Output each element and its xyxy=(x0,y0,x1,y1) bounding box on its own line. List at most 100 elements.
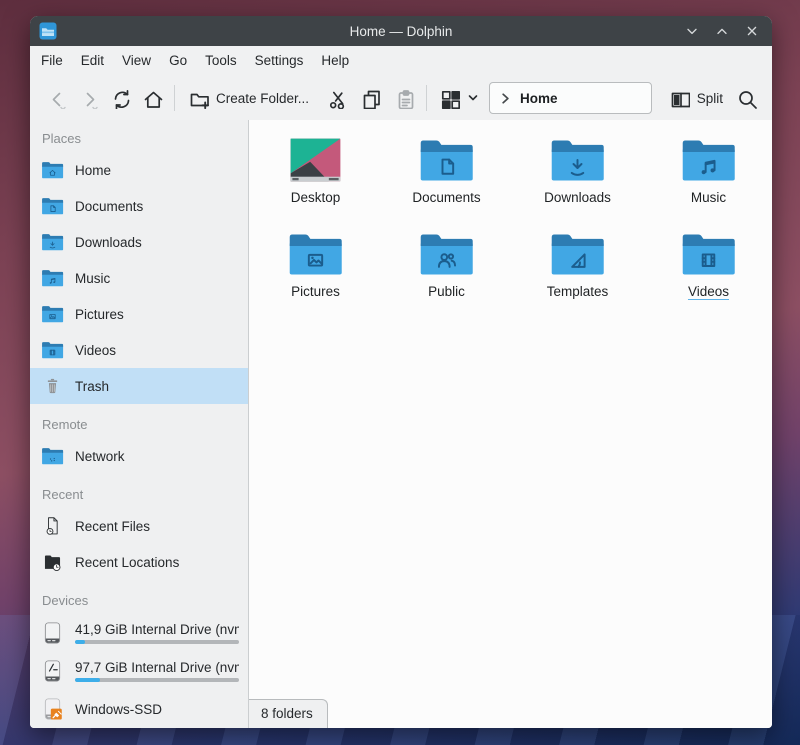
folder-item-downloads[interactable]: Downloads xyxy=(512,136,643,206)
places-panel: Places Home Documents xyxy=(30,120,249,728)
view-mode-button[interactable] xyxy=(433,82,465,114)
dolphin-window: Home — Dolphin File Edit View xyxy=(30,16,772,728)
folder-documents-icon xyxy=(418,136,475,184)
breadcrumb-home[interactable]: Home xyxy=(520,91,558,106)
toolbar: Create Folder... Home Split xyxy=(30,76,772,120)
item-count: 8 folders xyxy=(261,706,313,721)
recent-files-icon xyxy=(41,516,64,536)
copy-icon xyxy=(360,88,381,109)
disk-usage-bar xyxy=(75,640,239,644)
view-mode-icon xyxy=(439,88,460,109)
sidebar-item-trash[interactable]: Trash xyxy=(30,368,248,404)
folder-item-music[interactable]: Music xyxy=(643,136,772,206)
cut-button[interactable] xyxy=(320,82,352,114)
section-title: Recent xyxy=(30,482,248,508)
folder-item-videos[interactable]: Videos xyxy=(643,230,772,300)
split-button[interactable]: Split xyxy=(662,82,730,114)
folder-music-icon xyxy=(680,136,737,184)
devices-section: Devices 41,9 GiB Internal Drive (nvm… xyxy=(30,588,248,728)
disk-usage-bar xyxy=(75,678,239,682)
window-button[interactable] xyxy=(714,23,730,39)
menu-item-edit[interactable]: Edit xyxy=(72,46,113,76)
menu-item-go[interactable]: Go xyxy=(160,46,196,76)
folder-home-icon xyxy=(41,160,64,180)
folder-templates-icon xyxy=(549,230,606,278)
menu-item-view[interactable]: View xyxy=(113,46,160,76)
device-item-97-7-gib-internal-drive-nvm[interactable]: 97,7 GiB Internal Drive (nvm… xyxy=(30,652,248,690)
section-title: Remote xyxy=(30,412,248,438)
toolbar-separator xyxy=(426,85,427,111)
folder-downloads-icon xyxy=(41,232,64,252)
create-folder-label: Create Folder... xyxy=(216,91,309,106)
location-bar[interactable]: Home xyxy=(489,82,652,114)
sidebar-item-pictures[interactable]: Pictures xyxy=(30,296,248,332)
minimize-icon xyxy=(684,23,700,39)
refresh-button[interactable] xyxy=(104,82,136,114)
copy-button[interactable] xyxy=(354,82,386,114)
view-mode-dropdown-button[interactable] xyxy=(465,90,481,106)
folder-item-templates[interactable]: Templates xyxy=(512,230,643,300)
menu-item-help[interactable]: Help xyxy=(312,46,358,76)
back-icon xyxy=(46,88,67,109)
folder-view[interactable]: Desktop Documents Downloads Musi xyxy=(249,120,772,728)
trash-icon xyxy=(41,376,64,396)
forward-button[interactable] xyxy=(72,82,104,114)
folder-item-pictures[interactable]: Pictures xyxy=(250,230,381,300)
section-title: Places xyxy=(30,126,248,152)
sidebar-item-recent-files[interactable]: Recent Files xyxy=(30,508,248,544)
menu-item-tools[interactable]: Tools xyxy=(196,46,246,76)
content-area: Places Home Documents xyxy=(30,120,772,728)
toolbar-separator xyxy=(174,85,175,111)
home-icon xyxy=(142,88,163,109)
desktop-icon xyxy=(287,136,344,184)
window-controls xyxy=(684,23,760,39)
chevron-down-icon xyxy=(465,90,481,106)
menu-item-settings[interactable]: Settings xyxy=(246,46,313,76)
device-item-41-9-gib-internal-drive-nvm[interactable]: 41,9 GiB Internal Drive (nvm… xyxy=(30,614,248,652)
titlebar[interactable]: Home — Dolphin xyxy=(30,16,772,46)
close-icon xyxy=(744,23,760,39)
folder-item-public[interactable]: Public xyxy=(381,230,512,300)
folder-downloads-icon xyxy=(549,136,606,184)
sidebar-item-network[interactable]: Network xyxy=(30,438,248,474)
menubar: File Edit View Go Tools Settings Help xyxy=(30,46,772,76)
search-icon xyxy=(736,88,757,109)
folder-pictures-icon xyxy=(287,230,344,278)
folder-videos-icon xyxy=(41,340,64,360)
folder-public-icon xyxy=(418,230,475,278)
window-button[interactable] xyxy=(684,23,700,39)
folder-music-icon xyxy=(41,268,64,288)
create-folder-button[interactable]: Create Folder... xyxy=(181,82,316,114)
refresh-icon xyxy=(110,88,131,109)
folder-videos-icon xyxy=(680,230,737,278)
folder-pictures-icon xyxy=(41,304,64,324)
split-icon xyxy=(669,88,690,109)
folder-item-documents[interactable]: Documents xyxy=(381,136,512,206)
drive-root-icon xyxy=(39,659,66,683)
window-title: Home — Dolphin xyxy=(350,24,453,39)
menu-item-file[interactable]: File xyxy=(32,46,72,76)
back-button[interactable] xyxy=(40,82,72,114)
sidebar-item-recent-locations[interactable]: Recent Locations xyxy=(30,544,248,580)
recent-locations-icon xyxy=(41,552,64,572)
search-button[interactable] xyxy=(730,82,762,114)
folder-item-desktop[interactable]: Desktop xyxy=(250,136,381,206)
create-folder-icon xyxy=(188,88,209,109)
remote-section: Remote Network xyxy=(30,412,248,474)
sidebar-item-videos[interactable]: Videos xyxy=(30,332,248,368)
maximize-icon xyxy=(714,23,730,39)
home-button[interactable] xyxy=(136,82,168,114)
device-item-windows-ssd[interactable]: Windows-SSD xyxy=(30,690,248,728)
window-button[interactable] xyxy=(744,23,760,39)
drive-windows-icon xyxy=(39,697,66,721)
recent-section: Recent Recent Files Recent Locations xyxy=(30,482,248,580)
cut-icon xyxy=(326,88,347,109)
dolphin-icon xyxy=(39,22,57,40)
sidebar-item-music[interactable]: Music xyxy=(30,260,248,296)
icon-grid: Desktop Documents Downloads Musi xyxy=(249,120,772,300)
sidebar-item-documents[interactable]: Documents xyxy=(30,188,248,224)
paste-button[interactable] xyxy=(388,82,420,114)
paste-icon xyxy=(394,88,415,109)
sidebar-item-downloads[interactable]: Downloads xyxy=(30,224,248,260)
sidebar-item-home[interactable]: Home xyxy=(30,152,248,188)
